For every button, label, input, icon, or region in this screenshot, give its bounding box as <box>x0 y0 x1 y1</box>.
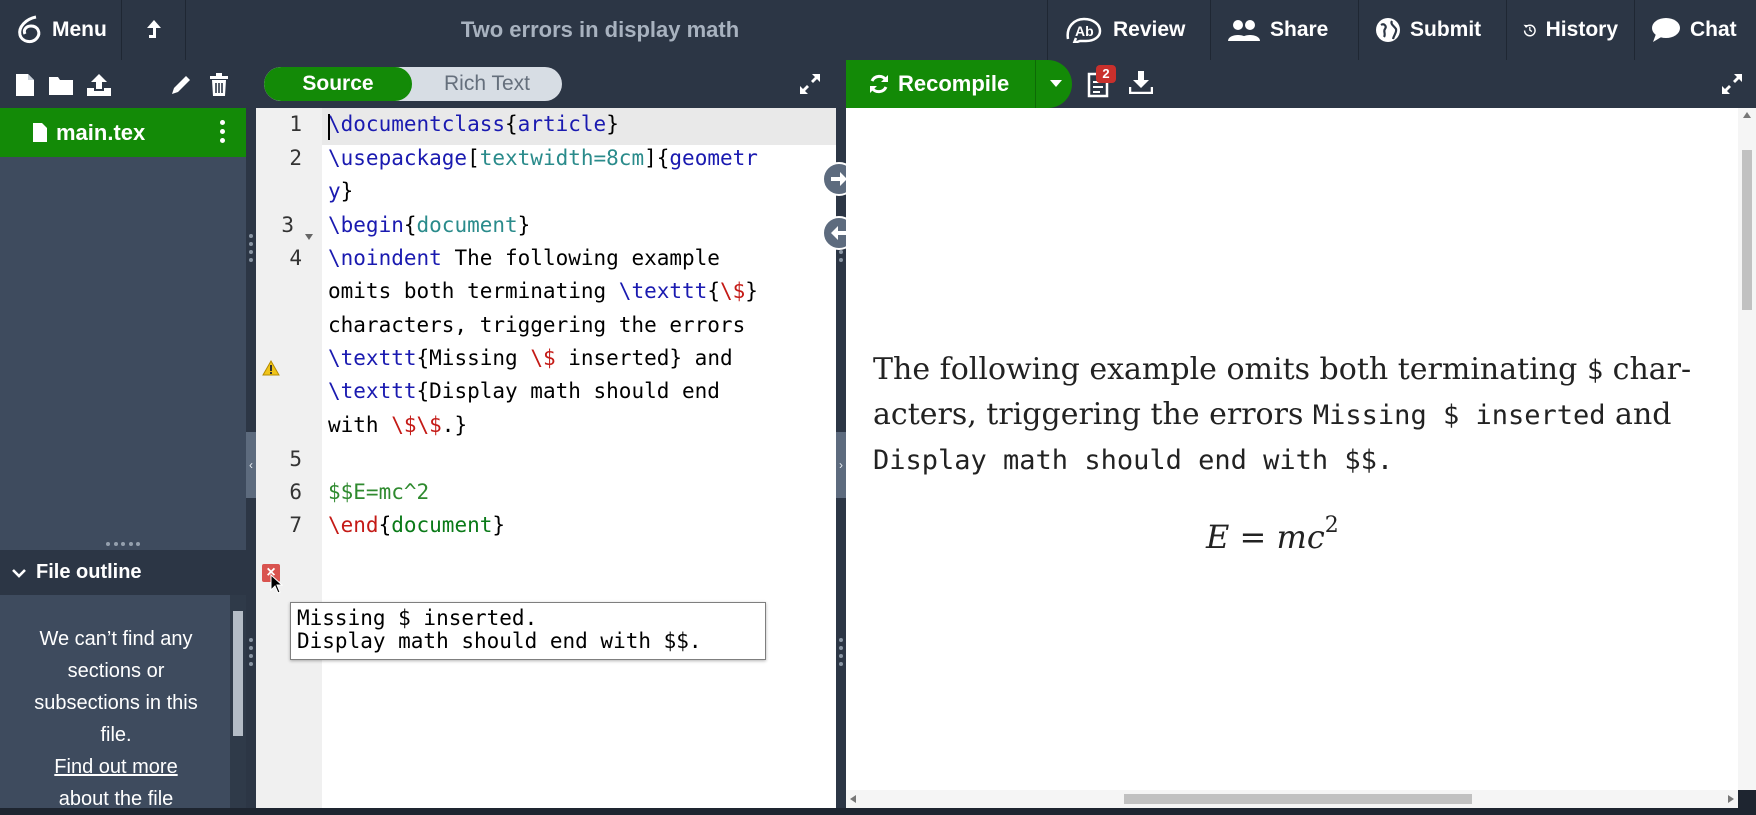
file-name: main.tex <box>56 119 146 145</box>
outline-empty-message: We can’t find any sections or subsection… <box>34 628 198 746</box>
line-number: 2 <box>289 146 302 170</box>
submit-button[interactable]: Submit <box>1358 0 1506 60</box>
line-number: 3 <box>281 213 294 237</box>
code-line-4: \noindent The following example <box>328 246 720 270</box>
outline-resize-handle[interactable] <box>106 542 140 548</box>
collapse-pdf-toggle[interactable]: › <box>836 432 846 498</box>
code-line-4-wrap-3: \texttt{Missing \$ inserted} and <box>328 346 733 370</box>
tree-editor-resizer[interactable]: ‹ <box>246 60 256 808</box>
top-toolbar: Menu Two errors in display math Ab Revie… <box>0 0 1756 60</box>
error-tooltip: Missing $ inserted. Display math should e… <box>290 602 766 660</box>
code-line-4-wrap-1: omits both terminating \texttt{\$} <box>328 279 758 303</box>
recompile-label: Recompile <box>898 71 1010 96</box>
expand-editor-icon[interactable] <box>798 72 822 96</box>
globe-icon <box>1376 18 1400 42</box>
download-pdf-icon[interactable] <box>1128 70 1155 98</box>
line-number: 1 <box>289 112 302 136</box>
share-button[interactable]: Share <box>1210 0 1358 60</box>
back-to-projects-button[interactable] <box>122 0 186 60</box>
tooltip-line-2: Display math should end with $$. <box>297 629 702 653</box>
project-title[interactable]: Two errors in display math <box>400 0 800 60</box>
rename-icon[interactable] <box>168 72 194 98</box>
review-icon: Ab <box>1066 17 1102 43</box>
recompile-button[interactable]: Recompile <box>846 60 1072 108</box>
chevron-down-icon <box>12 568 26 578</box>
source-mode-button[interactable]: Source <box>264 67 412 101</box>
rich-text-mode-button[interactable]: Rich Text <box>412 67 562 101</box>
log-count-badge: 2 <box>1096 65 1116 83</box>
code-line-4-wrap-2: characters, triggering the errors <box>328 313 746 337</box>
review-label: Review <box>1113 18 1186 41</box>
pdf-paragraph: The following example omits both termina… <box>873 352 1692 476</box>
new-file-icon[interactable] <box>12 72 38 98</box>
outline-find-out-more-link[interactable]: Find out more <box>54 756 177 778</box>
code-line-1: \documentclass{article} <box>328 112 619 136</box>
level-up-icon <box>146 20 161 38</box>
chat-icon <box>1652 18 1680 42</box>
code-line-6: $$E=mc^2 <box>328 480 430 504</box>
line-number: 5 <box>289 447 302 471</box>
fold-arrow-icon[interactable] <box>305 234 313 240</box>
pdf-equation: E = mc2 <box>1206 513 1339 556</box>
line-number: 7 <box>289 513 302 537</box>
file-item-main-tex[interactable]: main.tex <box>0 108 246 157</box>
chat-label: Chat <box>1690 18 1737 41</box>
new-folder-icon[interactable] <box>48 72 74 98</box>
file-icon <box>33 123 47 142</box>
code-line-2: \usepackage[textwidth=8cm]{geometr <box>328 146 758 170</box>
menu-button[interactable]: Menu <box>0 0 122 60</box>
mouse-cursor-icon <box>270 574 284 594</box>
code-line-4-wrap-4: \texttt{Display math should end <box>328 379 720 403</box>
file-menu-icon[interactable] <box>220 120 226 144</box>
collapse-tree-toggle[interactable]: ‹ <box>246 432 256 498</box>
file-outline-title: File outline <box>36 561 142 583</box>
code-line-2-wrap: y} <box>328 179 354 203</box>
editor-mode-toggle: Source Rich Text <box>264 67 562 101</box>
delete-icon[interactable] <box>206 72 232 98</box>
review-button[interactable]: Ab Review <box>1047 0 1210 60</box>
file-outline-body: We can’t find any sections or subsection… <box>0 595 232 810</box>
warning-icon[interactable] <box>262 360 280 376</box>
code-line-4-wrap-5: with \$\$.} <box>328 413 468 437</box>
history-label: History <box>1545 18 1618 41</box>
tooltip-line-1: Missing $ inserted. <box>297 606 538 630</box>
outline-scrollbar[interactable] <box>230 595 246 808</box>
share-label: Share <box>1270 18 1329 41</box>
recompile-options-caret-icon[interactable] <box>1050 80 1062 87</box>
outline-link-tail: about the file <box>58 788 174 810</box>
code-editor[interactable]: 1 2 3 4 5 6 7 × \documentclass{article} … <box>256 108 836 808</box>
upload-icon[interactable] <box>86 72 112 98</box>
submit-label: Submit <box>1410 18 1482 41</box>
overleaf-logo-icon <box>18 15 41 44</box>
pdf-preview[interactable]: The following example omits both termina… <box>846 108 1738 790</box>
history-button[interactable]: History <box>1506 0 1634 60</box>
pdf-vertical-scrollbar[interactable] <box>1738 108 1756 790</box>
menu-label: Menu <box>52 18 107 41</box>
history-icon <box>1523 24 1536 37</box>
file-outline-header[interactable]: File outline <box>0 550 246 595</box>
chat-button[interactable]: Chat <box>1634 0 1756 60</box>
refresh-icon <box>870 74 888 94</box>
pdf-horizontal-scrollbar[interactable] <box>846 790 1738 808</box>
text-cursor <box>328 114 330 140</box>
pdf-toolbar: Recompile 2 <box>846 60 1756 108</box>
file-tree-toolbar <box>0 60 246 108</box>
expand-pdf-icon[interactable] <box>1720 72 1744 96</box>
svg-text:Ab: Ab <box>1075 23 1094 39</box>
line-number: 6 <box>289 480 302 504</box>
code-line-7: \end{document} <box>328 513 506 537</box>
editor-header: Source Rich Text <box>256 60 836 108</box>
file-tree-panel: main.tex File outline We can’t find any … <box>0 60 246 810</box>
code-line-3: \begin{document} <box>328 213 531 237</box>
users-icon <box>1228 20 1260 41</box>
line-number: 4 <box>289 246 302 270</box>
